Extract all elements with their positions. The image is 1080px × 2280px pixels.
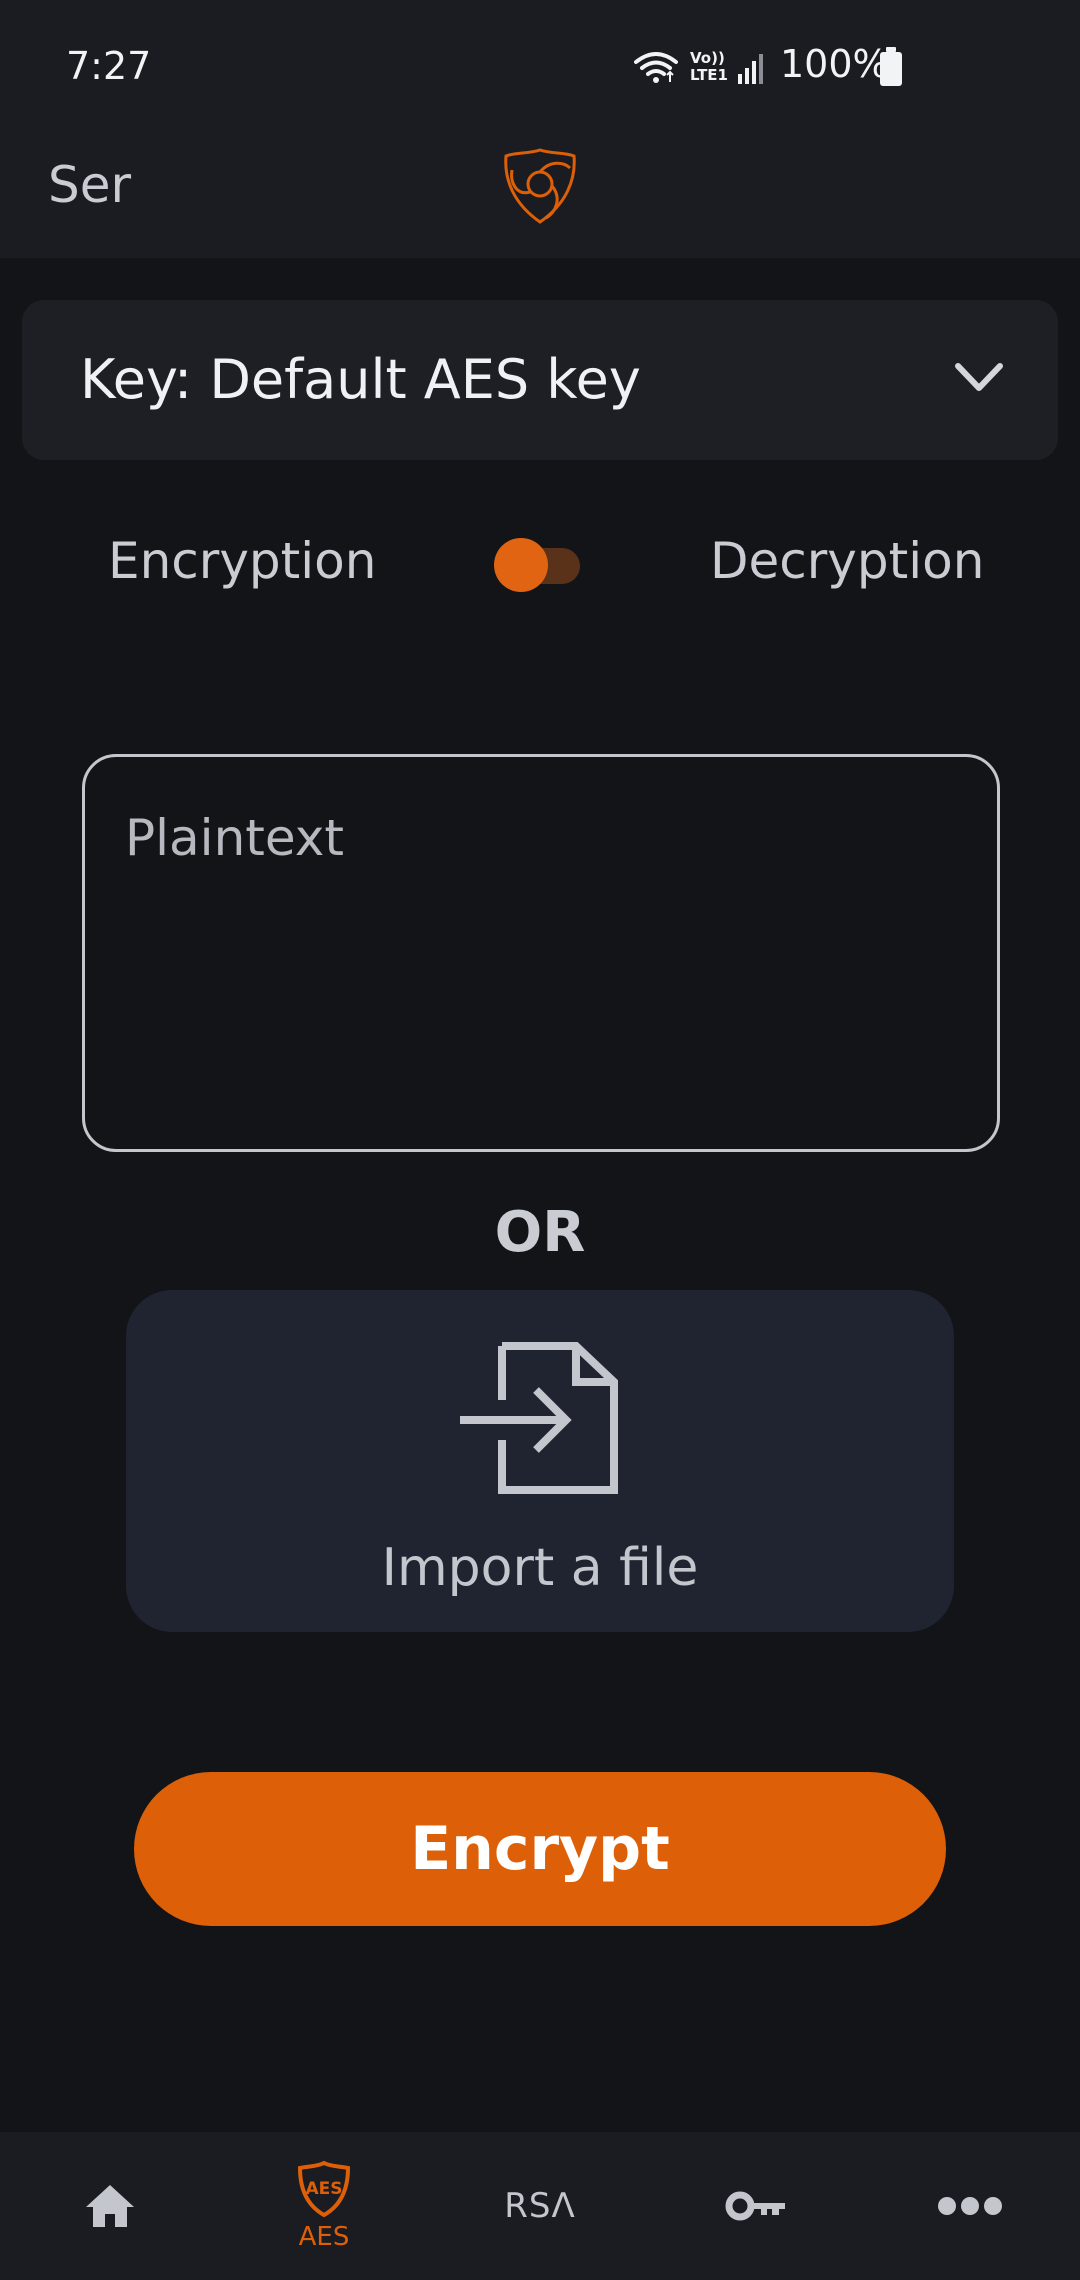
file-import-icon [460,1342,618,1494]
nav-item-more[interactable] [928,2132,1012,2280]
rsa-icon: RSΛ [504,2186,576,2226]
encrypt-button-label: Encrypt [410,1814,670,1884]
status-bar: 7:27 Vo)) LTE1 100% [0,0,1080,130]
key-selector[interactable]: Key: Default AES key [22,300,1058,460]
import-file-button[interactable]: Import a file [126,1290,954,1632]
battery-icon [880,47,902,86]
status-time: 7:27 [66,44,152,88]
or-divider-label: OR [494,1200,586,1265]
nav-item-home[interactable] [68,2132,152,2280]
network-label-text: Vo)) LTE1 [690,49,728,84]
app-bar: Ser [0,130,1080,258]
encrypt-button[interactable]: Encrypt [134,1772,946,1926]
decryption-mode-label[interactable]: Decryption [710,532,984,590]
signal-icon [738,54,763,84]
key-selector-label: Key: Default AES key [80,348,641,411]
nav-item-keys[interactable] [714,2132,798,2280]
aes-badge-text: AES [305,2179,342,2199]
plaintext-placeholder: Plaintext [125,809,344,867]
more-icon [938,2197,1002,2215]
nav-item-aes-label: AES [298,2222,350,2252]
chevron-down-icon [955,363,1003,391]
nav-item-aes[interactable]: AES AES [276,2132,372,2280]
import-file-label: Import a file [381,1538,699,1598]
home-icon [86,2185,134,2227]
key-icon [725,2191,785,2221]
toggle-thumb [494,538,548,592]
nav-item-rsa[interactable]: RSΛ [490,2132,590,2280]
app-title: Ser [48,156,132,214]
encryption-mode-label[interactable]: Encryption [108,532,376,590]
wifi-icon [634,52,678,83]
bottom-navigation: AES AES RSΛ [0,2132,1080,2280]
aes-shield-icon: AES [297,2160,351,2218]
shield-vortex-logo-icon [504,148,576,224]
screen: 7:27 Vo)) LTE1 100% Ser Key: Default AES… [0,0,1080,2280]
plaintext-input[interactable]: Plaintext [82,754,1000,1152]
network-label: Vo)) LTE1 [690,50,730,84]
battery-percent: 100% [780,42,889,86]
mode-toggle-switch[interactable] [494,538,584,592]
